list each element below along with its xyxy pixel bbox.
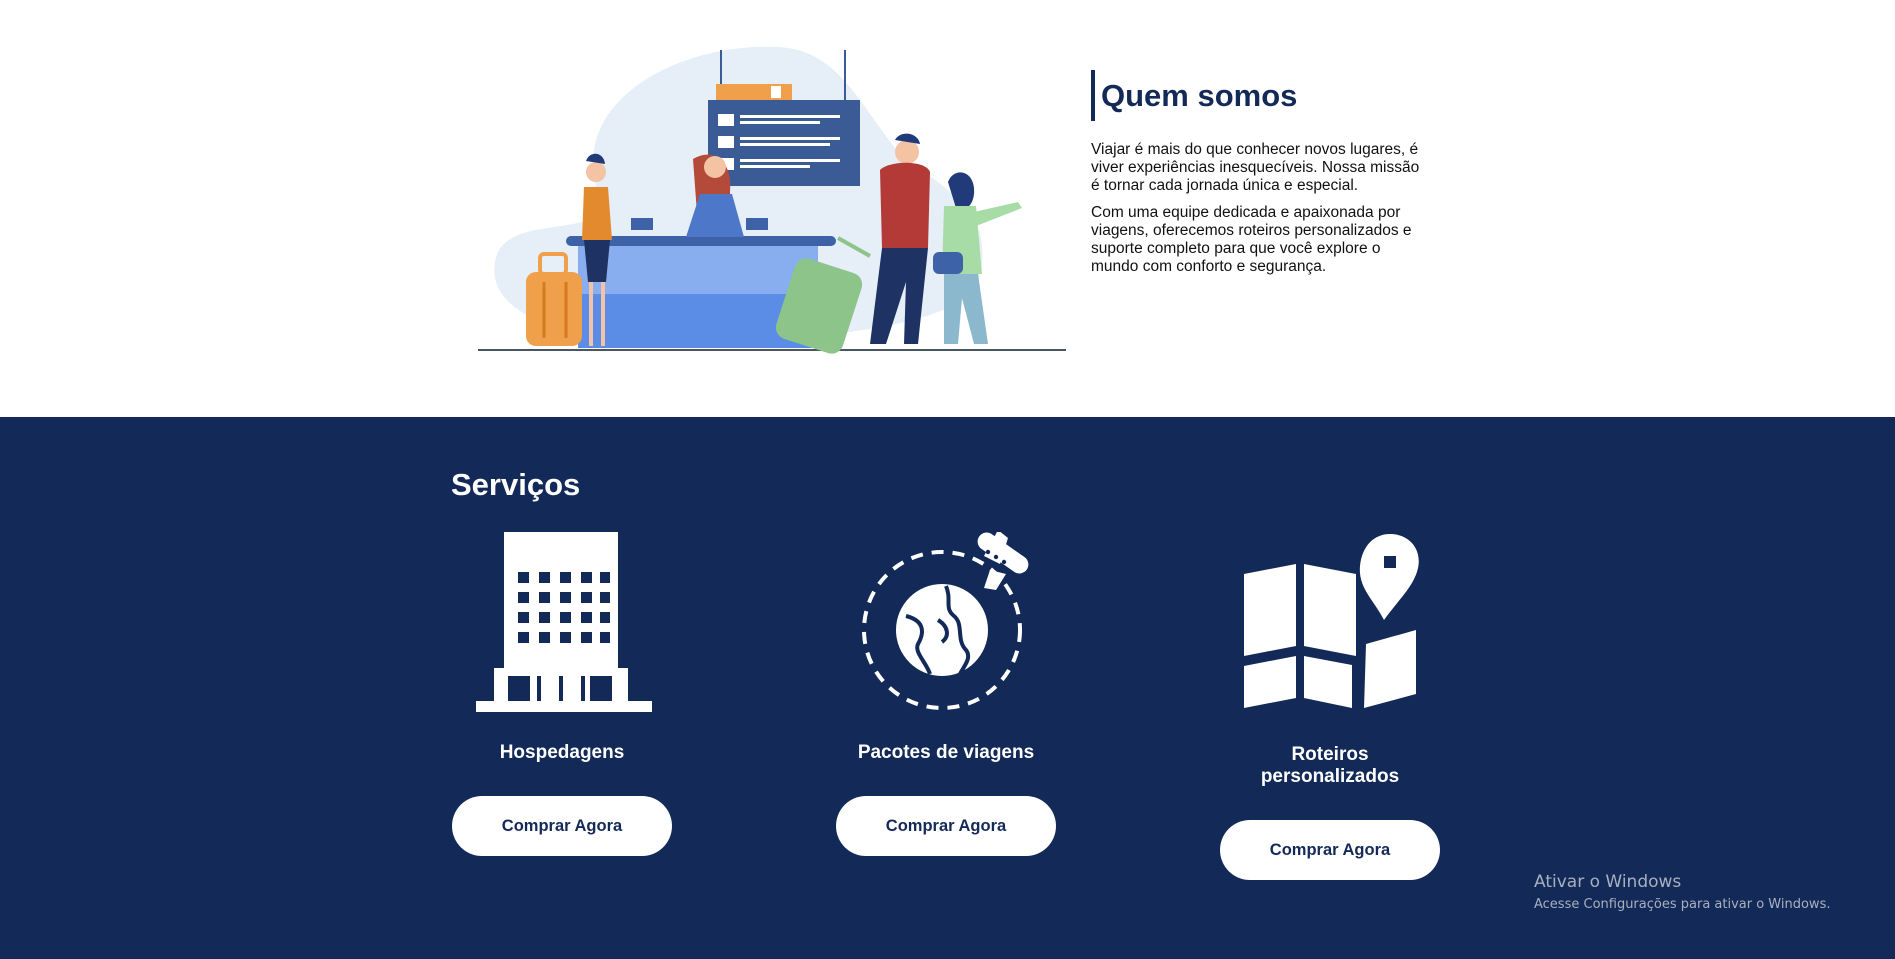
watermark-subtitle: Acesse Configurações para ativar o Windo… [1534, 897, 1831, 912]
service-label-pacotes: Pacotes de viagens [857, 742, 1035, 763]
windows-activation-watermark: Ativar o Windows Acesse Configurações pa… [1534, 872, 1830, 912]
services-section: Serviços Hospedagens Comprar Agora Pacot… [0, 417, 1895, 959]
about-section: Quem somos Viajar é mais do que conhecer… [0, 0, 1895, 417]
map-pin-icon [1244, 534, 1419, 708]
hotel-building-icon [476, 532, 652, 712]
service-label-hospedagens: Hospedagens [499, 742, 625, 763]
buy-button-roteiros[interactable]: Comprar Agora [1220, 820, 1440, 880]
about-paragraph-2: Com uma equipe dedicada e apaixonada por… [1091, 204, 1412, 275]
watermark-title: Ativar o Windows [1534, 872, 1682, 892]
buy-button-pacotes[interactable]: Comprar Agora [836, 796, 1056, 856]
about-title: Quem somos [1101, 77, 1298, 113]
service-card-roteiros: Roteiros personalizados Comprar Agora [1220, 534, 1440, 880]
service-card-hospedagens: Hospedagens Comprar Agora [452, 532, 672, 856]
about-text-block: Quem somos Viajar é mais do que conhecer… [1091, 70, 1421, 276]
globe-plane-icon [862, 532, 1029, 710]
airport-check-in-illustration [478, 46, 1066, 354]
about-paragraph-1: Viajar é mais do que conhecer novos luga… [1091, 141, 1420, 194]
buy-button-hospedagens[interactable]: Comprar Agora [452, 796, 672, 856]
service-card-pacotes: Pacotes de viagens Comprar Agora [836, 532, 1056, 856]
service-label-roteiros: Roteiros personalizados [1260, 744, 1400, 787]
about-title-wrapper: Quem somos [1091, 70, 1421, 121]
services-title: Serviços [451, 467, 581, 502]
